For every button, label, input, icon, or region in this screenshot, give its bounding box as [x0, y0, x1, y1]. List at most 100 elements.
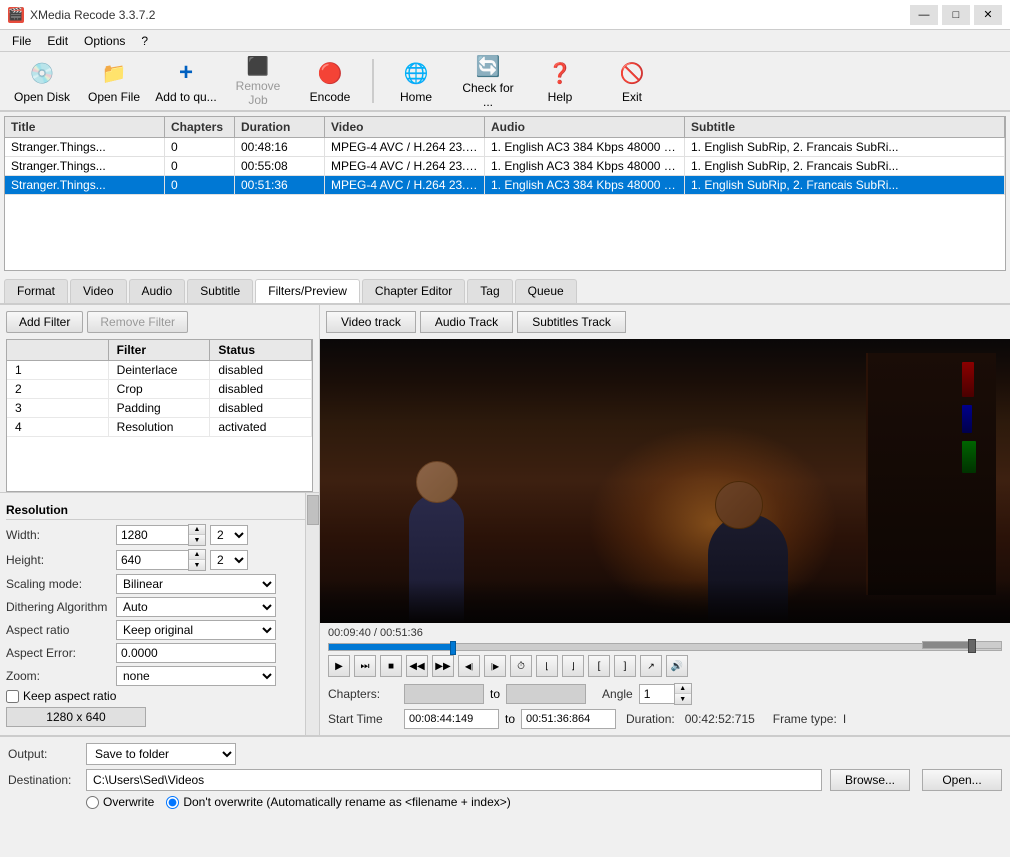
height-spin-up[interactable]: ▲: [189, 550, 205, 560]
tab-filters-preview[interactable]: Filters/Preview: [255, 279, 360, 303]
output-select[interactable]: Save to folder Save to source folder Cus…: [86, 743, 236, 765]
height-input[interactable]: [116, 550, 188, 570]
overwrite-radio-input[interactable]: [86, 796, 99, 809]
add-queue-button[interactable]: + Add to qu...: [152, 55, 220, 107]
table-row[interactable]: Stranger.Things... 0 00:51:36 MPEG-4 AVC…: [5, 176, 1005, 195]
subtitles-track-button[interactable]: Subtitles Track: [517, 311, 626, 333]
close-button[interactable]: ✕: [974, 5, 1002, 25]
aspect-error-input[interactable]: [116, 643, 276, 663]
scaling-select[interactable]: BilinearBicubicLanczos: [116, 574, 276, 594]
play-button[interactable]: ▶: [328, 655, 350, 677]
frame-type-label: Frame type:: [773, 712, 837, 726]
seek-thumb[interactable]: [450, 641, 456, 655]
window-controls: — □ ✕: [910, 5, 1002, 25]
filter-row-3[interactable]: 3 Padding disabled: [7, 399, 312, 418]
tab-audio[interactable]: Audio: [129, 279, 186, 303]
open-file-button[interactable]: 📁 Open File: [80, 55, 148, 107]
scaling-label: Scaling mode:: [6, 577, 116, 591]
overwrite-radio[interactable]: Overwrite: [86, 795, 154, 809]
scroll-thumb[interactable]: [307, 495, 319, 525]
row2-duration: 00:55:08: [235, 157, 325, 175]
end-time-input[interactable]: [521, 709, 616, 729]
mark-out-button[interactable]: ⌋: [562, 655, 584, 677]
encode-button[interactable]: 🔴 Encode: [296, 55, 364, 107]
frame-next-button[interactable]: |▶: [484, 655, 506, 677]
minimize-button[interactable]: —: [910, 5, 938, 25]
tab-video[interactable]: Video: [70, 279, 126, 303]
menu-edit[interactable]: Edit: [39, 32, 76, 50]
table-row[interactable]: Stranger.Things... 0 00:48:16 MPEG-4 AVC…: [5, 138, 1005, 157]
skip-end-button[interactable]: ⏭: [354, 655, 376, 677]
width-multiplier[interactable]: 213: [210, 525, 248, 545]
angle-spin-buttons: ▲ ▼: [674, 683, 692, 705]
chapter-from-input[interactable]: [404, 684, 484, 704]
browse-button[interactable]: Browse...: [830, 769, 910, 791]
filter-col-filter: Filter: [109, 340, 211, 360]
filter-row-4[interactable]: 4 Resolution activated: [7, 418, 312, 437]
menu-help[interactable]: ?: [133, 32, 156, 50]
angle-input[interactable]: [639, 684, 674, 704]
tab-tag[interactable]: Tag: [467, 279, 512, 303]
mark-in-button[interactable]: ⌊: [536, 655, 558, 677]
row2-video: MPEG-4 AVC / H.264 23.9...: [325, 157, 485, 175]
remove-job-button[interactable]: ⬛ Remove Job: [224, 55, 292, 107]
timer-button[interactable]: ⏱: [510, 655, 532, 677]
bracket-right-button[interactable]: ]: [614, 655, 636, 677]
menu-file[interactable]: File: [4, 32, 39, 50]
width-spin-up[interactable]: ▲: [189, 525, 205, 535]
filter-name-3: Padding: [109, 399, 211, 417]
filter-row-2[interactable]: 2 Crop disabled: [7, 380, 312, 399]
tab-queue[interactable]: Queue: [515, 279, 577, 303]
keep-aspect-checkbox[interactable]: [6, 690, 19, 703]
prev-button[interactable]: ◀◀: [406, 655, 428, 677]
scene-button[interactable]: ↗: [640, 655, 662, 677]
tab-format[interactable]: Format: [4, 279, 68, 303]
bracket-left-button[interactable]: [: [588, 655, 610, 677]
next-button[interactable]: ▶▶: [432, 655, 454, 677]
angle-spin-up[interactable]: ▲: [675, 684, 691, 694]
exit-button[interactable]: 🚫 Exit: [598, 55, 666, 107]
file-list-header: Title Chapters Duration Video Audio Subt…: [5, 117, 1005, 138]
volume-thumb[interactable]: [968, 639, 976, 653]
angle-spin-down[interactable]: ▼: [675, 694, 691, 704]
help-button[interactable]: ❓ Help: [526, 55, 594, 107]
filter-row-1[interactable]: 1 Deinterlace disabled: [7, 361, 312, 380]
remove-filter-button[interactable]: Remove Filter: [87, 311, 188, 333]
width-input[interactable]: [116, 525, 188, 545]
aspect-ratio-select[interactable]: Keep original4:316:9: [116, 620, 276, 640]
zoom-select[interactable]: none25%50%: [116, 666, 276, 686]
home-button[interactable]: 🌐 Home: [382, 55, 450, 107]
row1-audio: 1. English AC3 384 Kbps 48000 Hz 6 ...: [485, 138, 685, 156]
row2-chapters: 0: [165, 157, 235, 175]
height-multiplier[interactable]: 213: [210, 550, 248, 570]
check-updates-button[interactable]: 🔄 Check for ...: [454, 55, 522, 107]
volume-bar[interactable]: [922, 641, 1002, 649]
tab-chapter-editor[interactable]: Chapter Editor: [362, 279, 465, 303]
filter-name-2: Crop: [109, 380, 211, 398]
filter-buttons: Add Filter Remove Filter: [0, 305, 319, 339]
start-time-input[interactable]: [404, 709, 499, 729]
add-filter-button[interactable]: Add Filter: [6, 311, 83, 333]
open-disk-button[interactable]: 💿 Open Disk: [8, 55, 76, 107]
seek-bar[interactable]: [328, 643, 1002, 651]
tab-subtitle[interactable]: Subtitle: [187, 279, 253, 303]
video-track-button[interactable]: Video track: [326, 311, 416, 333]
menu-options[interactable]: Options: [76, 32, 133, 50]
seek-bar-container[interactable]: [328, 643, 1002, 651]
maximize-button[interactable]: □: [942, 5, 970, 25]
height-spin-down[interactable]: ▼: [189, 560, 205, 570]
table-row[interactable]: Stranger.Things... 0 00:55:08 MPEG-4 AVC…: [5, 157, 1005, 176]
chapters-label: Chapters:: [328, 687, 398, 701]
no-overwrite-radio-input[interactable]: [166, 796, 179, 809]
open-button[interactable]: Open...: [922, 769, 1002, 791]
volume-button[interactable]: 🔊: [666, 655, 688, 677]
no-overwrite-radio[interactable]: Don't overwrite (Automatically rename as…: [166, 795, 510, 809]
chapter-to-input[interactable]: [506, 684, 586, 704]
dithering-select[interactable]: AutoNone: [116, 597, 276, 617]
audio-track-button[interactable]: Audio Track: [420, 311, 513, 333]
frame-prev-button[interactable]: ◀|: [458, 655, 480, 677]
width-spin-down[interactable]: ▼: [189, 535, 205, 545]
stop-button[interactable]: ■: [380, 655, 402, 677]
row3-duration: 00:51:36: [235, 176, 325, 194]
destination-input[interactable]: [86, 769, 822, 791]
